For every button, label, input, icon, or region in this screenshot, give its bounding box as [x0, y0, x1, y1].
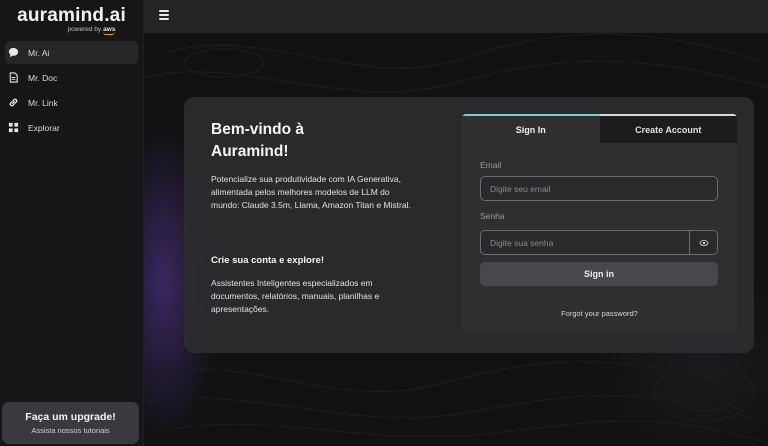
chat-bubble-icon — [8, 47, 19, 58]
upgrade-subtitle: Assista nossos tutoriais — [31, 426, 110, 435]
powered-by-text: powered by — [67, 25, 102, 33]
eye-icon[interactable] — [689, 231, 717, 254]
sign-in-button[interactable]: Sign in — [480, 262, 718, 286]
password-field-group — [480, 230, 718, 255]
password-label: Senha — [480, 211, 505, 221]
upgrade-button[interactable]: Faça um upgrade! Assista nossos tutoriai… — [2, 402, 139, 444]
powered-by: powered by aws — [67, 25, 116, 35]
main-area: Bem-vindo à Auramind! Potencialize sua p… — [144, 33, 768, 446]
link-icon — [8, 97, 19, 108]
sidebar-nav: Mr. Ai Mr. Doc Mr. Link Explorar — [0, 41, 143, 139]
document-icon — [8, 72, 19, 83]
hamburger-menu-icon[interactable] — [159, 10, 169, 20]
top-bar — [144, 0, 768, 33]
auth-panel: Sign In Create Account Email Senha Sign … — [462, 114, 737, 333]
sidebar-item-label: Explorar — [28, 122, 60, 133]
email-label: Email — [480, 160, 502, 170]
aws-logo: aws — [103, 25, 116, 35]
cta-description: Assistentes Inteligentes especializados … — [211, 278, 380, 314]
password-field[interactable] — [481, 231, 689, 254]
sidebar: auramind.ai powered by aws Mr. Ai Mr. Do… — [0, 0, 144, 446]
grid-icon — [8, 122, 19, 133]
sidebar-item-label: Mr. Link — [28, 97, 58, 108]
upgrade-title: Faça um upgrade! — [25, 411, 116, 423]
welcome-card: Bem-vindo à Auramind! Potencialize sua p… — [184, 97, 754, 353]
welcome-title: Bem-vindo à Auramind! — [211, 121, 305, 160]
sidebar-item-mr-doc[interactable]: Mr. Doc — [5, 66, 138, 89]
sidebar-item-mr-link[interactable]: Mr. Link — [5, 91, 138, 114]
tab-sign-in[interactable]: Sign In — [462, 114, 600, 143]
sidebar-item-mr-ai[interactable]: Mr. Ai — [5, 41, 138, 64]
brand-logo[interactable]: auramind.ai powered by aws — [0, 0, 143, 36]
sidebar-item-explorar[interactable]: Explorar — [5, 116, 138, 139]
auth-tabs: Sign In Create Account — [462, 114, 737, 143]
forgot-password-link[interactable]: Forgot your password? — [462, 309, 737, 318]
brand-name: auramind.ai — [17, 4, 126, 26]
cta-title: Crie sua conta e explore! — [211, 255, 324, 266]
email-field[interactable] — [480, 176, 718, 201]
sidebar-item-label: Mr. Ai — [28, 47, 50, 58]
welcome-description: Potencialize sua produtividade com IA Ge… — [211, 174, 411, 210]
tab-create-account[interactable]: Create Account — [599, 114, 737, 143]
sidebar-item-label: Mr. Doc — [28, 72, 58, 83]
